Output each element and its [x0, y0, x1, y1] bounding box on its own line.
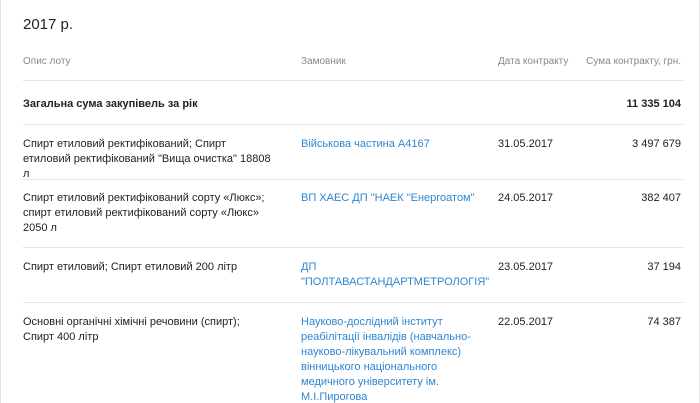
customer-link[interactable]: Науково-дослідний інститут реабілітації …	[301, 315, 476, 403]
column-header-customer: Замовник	[301, 56, 346, 67]
contract-date: 22.05.2017	[498, 316, 554, 328]
column-header-date: Дата контракту	[498, 56, 569, 67]
total-label: Загальна сума закупівель за рік	[23, 98, 198, 110]
divider	[23, 80, 683, 81]
lot-description: Спирт етиловий; Спирт етиловий 200 літр	[23, 261, 238, 273]
contract-amount: 3 497 679	[632, 138, 681, 150]
lot-description: Спирт етиловий ректифікований; Спирт ети…	[23, 138, 271, 180]
contract-date: 24.05.2017	[498, 192, 554, 204]
lot-description: Основні органічні хімічні речовини (спир…	[23, 316, 240, 343]
divider	[23, 302, 683, 303]
contract-date: 31.05.2017	[498, 138, 554, 150]
contract-date: 23.05.2017	[498, 261, 554, 273]
lot-description: Спирт етиловий ректифікований сорту «Люк…	[23, 192, 265, 234]
contract-amount: 74 387	[647, 316, 681, 328]
divider	[23, 247, 683, 248]
contract-amount: 37 194	[647, 261, 681, 273]
customer-link[interactable]: ВП ХАЕС ДП "НАЕК "Енергоатом"	[301, 191, 476, 206]
divider	[23, 179, 683, 180]
procurement-page: 2017 р. Опис лоту Замовник Дата контракт…	[0, 0, 700, 403]
contract-amount: 382 407	[641, 192, 681, 204]
divider	[23, 124, 683, 125]
customer-link[interactable]: ДП "ПОЛТАВАСТАНДАРТМЕТРОЛОГІЯ"	[301, 260, 491, 290]
customer-link[interactable]: Військова частина А4167	[301, 137, 476, 152]
year-title: 2017 р.	[23, 16, 74, 33]
total-value: 11 335 104	[626, 98, 681, 110]
column-header-description: Опис лоту	[23, 56, 71, 67]
table-header: Опис лоту Замовник Дата контракту Сума к…	[23, 56, 683, 70]
column-header-sum: Сума контракту, грн.	[586, 56, 681, 67]
